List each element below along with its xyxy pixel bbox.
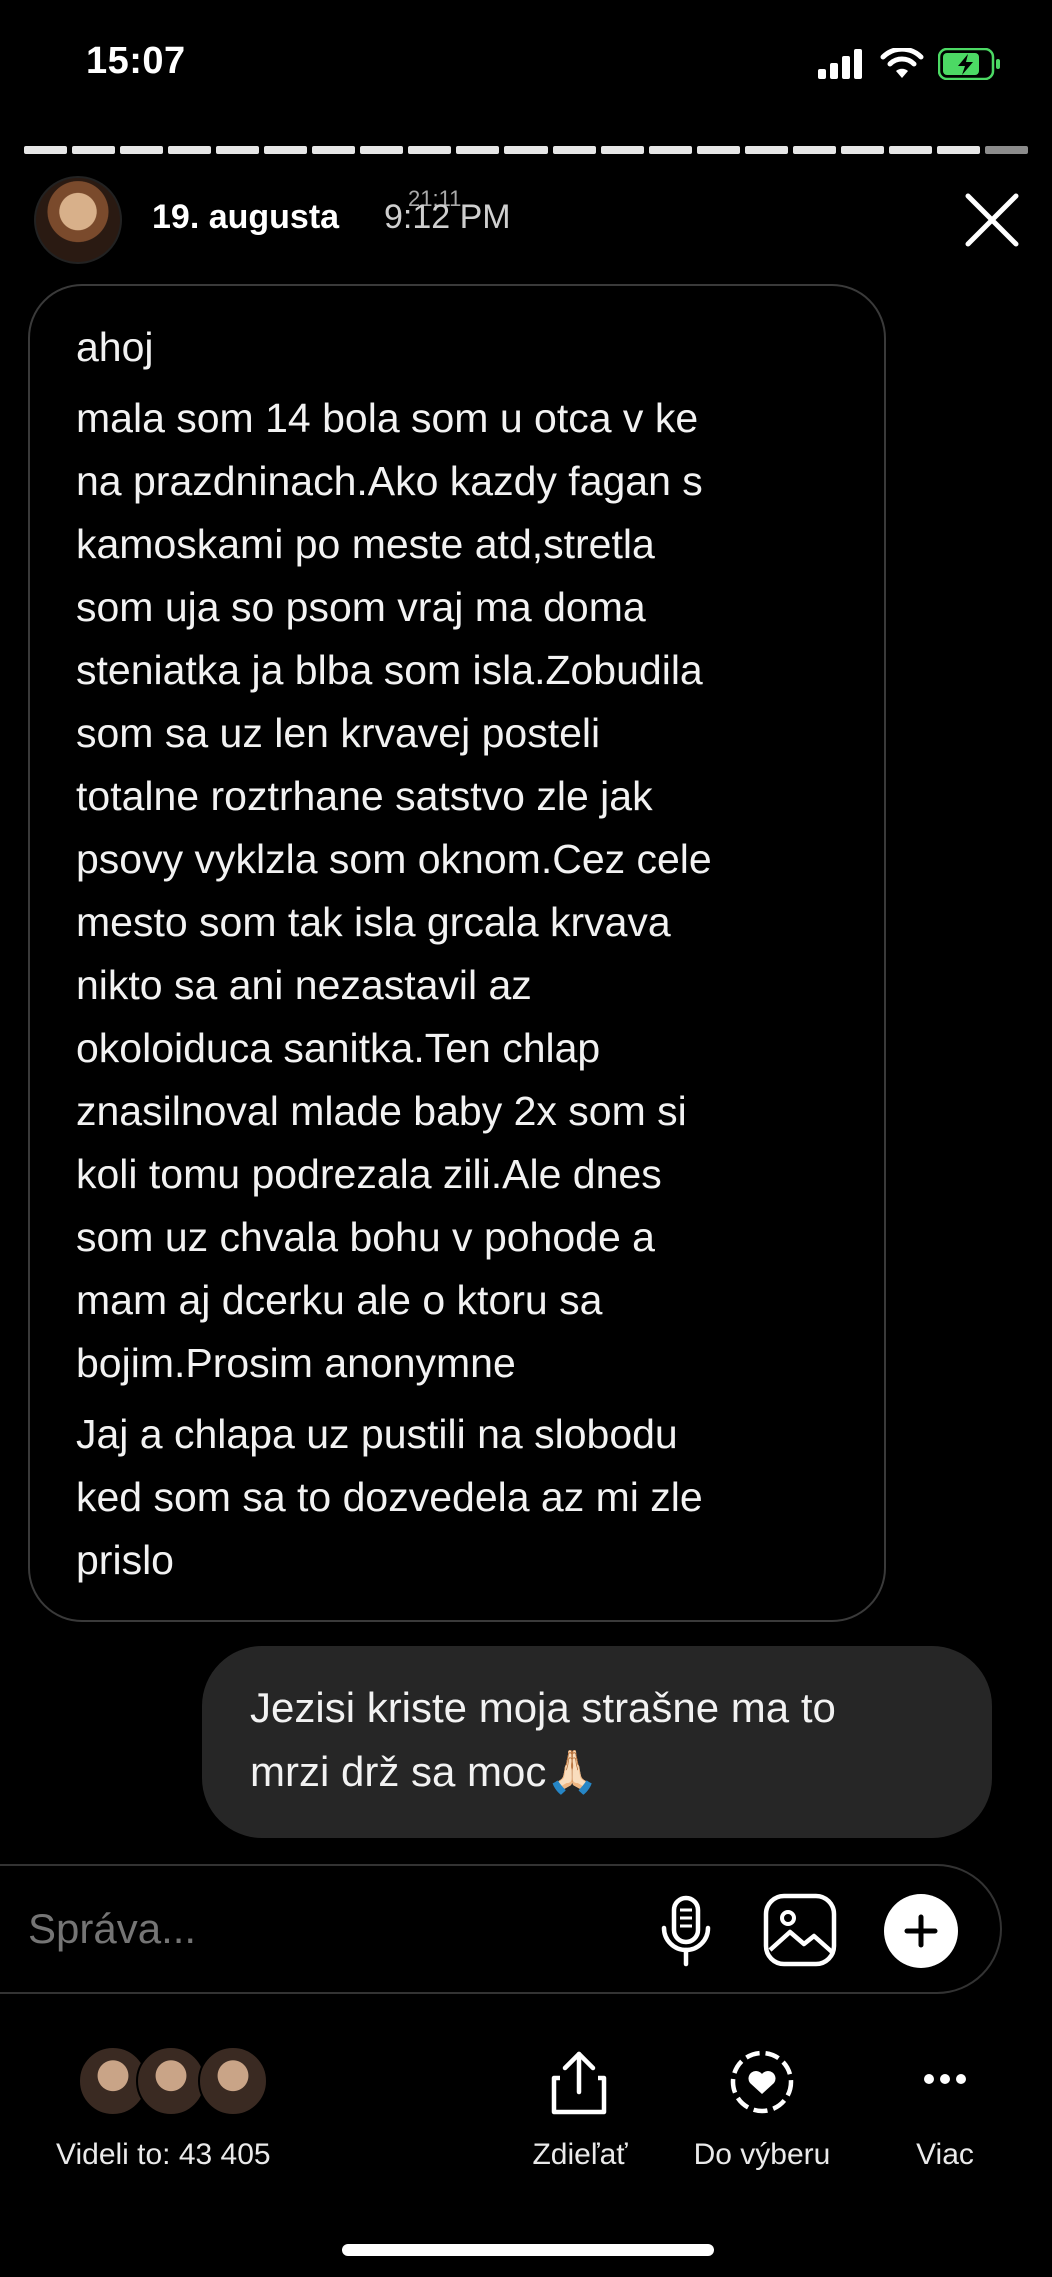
progress-segment <box>744 146 788 154</box>
progress-segment <box>984 146 1028 154</box>
message-line: znasilnoval mlade baby 2x som si <box>76 1088 687 1134</box>
status-time: 15:07 <box>86 40 186 82</box>
message-line: kamoskami po meste atd,stretla <box>76 521 655 567</box>
progress-segment <box>312 146 356 154</box>
story-progress <box>24 146 1028 154</box>
message-line: nikto sa ani nezastavil az <box>76 962 532 1008</box>
header-user[interactable]: 19. augusta <box>152 198 339 237</box>
progress-segment <box>792 146 836 154</box>
message-line: mesto som tak isla grcala krvava <box>76 899 671 945</box>
message-line: psovy vyklzla som oknom.Cez cele <box>76 836 712 882</box>
highlight-icon[interactable] <box>728 2048 796 2116</box>
viewers-count[interactable]: Videli to: 43 405 <box>56 2138 271 2172</box>
message-line: som uja so psom vraj ma doma <box>76 584 646 630</box>
progress-segment <box>552 146 596 154</box>
viewer-avatar[interactable] <box>136 2046 206 2116</box>
message-line: prislo <box>76 1537 174 1583</box>
message-line: mrzi drž sa moc🙏🏻 <box>250 1748 599 1795</box>
message-input[interactable] <box>26 1904 630 1954</box>
avatar[interactable] <box>34 176 122 264</box>
plus-icon <box>904 1914 938 1948</box>
progress-segment <box>840 146 884 154</box>
message-line: som uz chvala bohu v pohode a <box>76 1214 655 1260</box>
message-line: mala som 14 bola som u otca v ke <box>76 395 699 441</box>
progress-segment <box>216 146 260 154</box>
progress-segment <box>696 146 740 154</box>
image-icon[interactable] <box>762 1892 838 1968</box>
home-indicator[interactable] <box>342 2244 714 2256</box>
message-line: okoloiduca sanitka.Ten chlap <box>76 1025 601 1071</box>
progress-segment <box>456 146 500 154</box>
progress-segment <box>888 146 932 154</box>
mic-icon[interactable] <box>654 1892 718 1972</box>
header-time: 9:12 PM <box>384 198 511 236</box>
wifi-icon <box>880 48 924 78</box>
message-line: som sa uz len krvavej posteli <box>76 710 601 756</box>
progress-segment <box>360 146 404 154</box>
signal-icon <box>818 49 862 79</box>
progress-segment <box>24 146 68 154</box>
message-line: Jaj a chlapa uz pustili na slobodu <box>76 1411 678 1457</box>
progress-segment <box>600 146 644 154</box>
share-label[interactable]: Zdieľať <box>520 2138 640 2172</box>
progress-segment <box>936 146 980 154</box>
progress-segment <box>168 146 212 154</box>
message-line: Jezisi kriste moja strašne ma to <box>250 1684 836 1731</box>
progress-segment <box>648 146 692 154</box>
message-line: koli tomu podrezala zili.Ale dnes <box>76 1151 662 1197</box>
progress-segment <box>504 146 548 154</box>
highlight-label[interactable]: Do výberu <box>680 2138 844 2172</box>
message-line: na prazdninach.Ako kazdy fagan s <box>76 458 703 504</box>
outgoing-message-bubble: Jezisi kriste moja strašne ma to mrzi dr… <box>202 1646 992 1838</box>
progress-segment <box>120 146 164 154</box>
plus-button[interactable] <box>884 1894 958 1968</box>
share-icon[interactable] <box>546 2048 612 2118</box>
message-line: mam aj dcerku ale o ktoru sa <box>76 1277 603 1323</box>
message-line: bojim.Prosim anonymne <box>76 1340 516 1386</box>
message-line: totalne roztrhane satstvo zle jak <box>76 773 653 819</box>
battery-icon <box>938 48 1000 80</box>
more-icon[interactable] <box>922 2072 968 2086</box>
progress-segment <box>408 146 452 154</box>
progress-segment <box>72 146 116 154</box>
message-line: ahoj <box>76 324 154 370</box>
incoming-message-bubble: ahoj mala som 14 bola som u otca v ke na… <box>28 284 886 1622</box>
viewer-avatar[interactable] <box>198 2046 268 2116</box>
message-line: ked som sa to dozvedela az mi zle <box>76 1474 703 1520</box>
more-label[interactable]: Viac <box>892 2138 998 2172</box>
progress-segment <box>264 146 308 154</box>
status-icons <box>818 48 1002 80</box>
message-line: steniatka ja blba som isla.Zobudila <box>76 647 703 693</box>
close-icon[interactable] <box>962 190 1022 250</box>
